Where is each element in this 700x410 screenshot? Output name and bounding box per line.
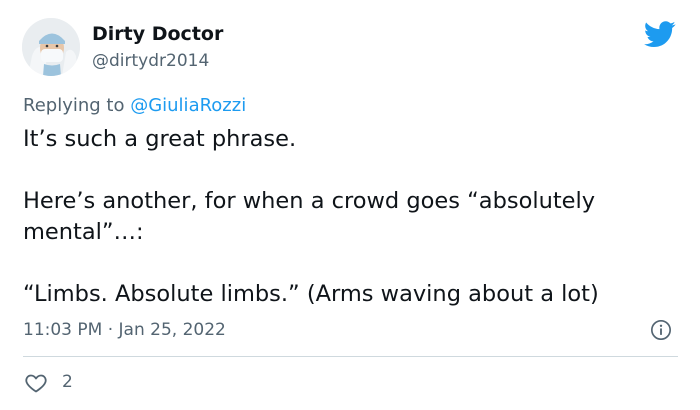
tweet-paragraph: “Limbs. Absolute limbs.” (Arms waving ab… xyxy=(23,281,599,307)
author-display-name[interactable]: Dirty Doctor xyxy=(92,23,223,45)
author-avatar[interactable] xyxy=(22,18,80,76)
tweet-text: It’s such a great phrase. Here’s another… xyxy=(23,124,688,310)
author-handle[interactable]: @dirtydr2014 xyxy=(92,51,209,71)
replying-to-line: Replying to @GiuliaRozzi xyxy=(23,95,246,116)
tweet-paragraph: Here’s another, for when a crowd goes “a… xyxy=(23,188,596,245)
tweet-timestamp[interactable]: 11:03 PM · Jan 25, 2022 xyxy=(23,320,226,340)
tweet-card: Dirty Doctor @dirtydr2014 Replying to @G… xyxy=(0,0,700,410)
tweet-paragraph: It’s such a great phrase. xyxy=(23,126,297,152)
divider xyxy=(23,356,678,357)
twitter-bird-icon[interactable] xyxy=(644,21,676,48)
like-count: 2 xyxy=(62,372,73,392)
heart-icon[interactable] xyxy=(24,371,48,395)
surgeon-avatar-icon xyxy=(22,18,80,76)
reply-mention-link[interactable]: @GiuliaRozzi xyxy=(130,95,246,116)
info-icon[interactable] xyxy=(650,319,672,341)
replying-to-label: Replying to xyxy=(23,95,131,116)
